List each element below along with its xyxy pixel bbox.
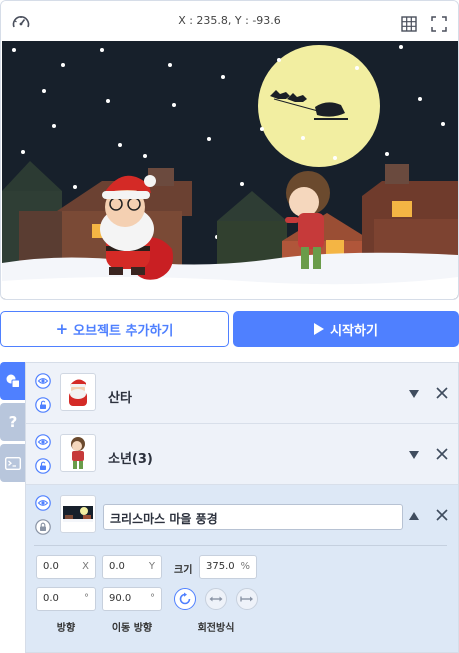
unlock-icon[interactable]: [34, 396, 52, 414]
divider: [34, 545, 447, 546]
coordinate-readout: X : 235.8, Y : -93.6: [178, 14, 281, 27]
rotate-icon: [179, 592, 191, 605]
object-thumbnail: [60, 495, 96, 533]
object-name: 소년(3): [108, 452, 153, 467]
close-icon[interactable]: [436, 387, 448, 399]
christmas-village-scene: [2, 41, 458, 299]
tab-console[interactable]: [0, 444, 26, 482]
unlock-icon[interactable]: [34, 457, 52, 475]
y-unit: Y: [148, 561, 155, 572]
lock-icon[interactable]: [34, 518, 52, 536]
eye-icon[interactable]: [34, 372, 52, 390]
side-tabs: ?: [0, 362, 26, 484]
object-thumbnail: [60, 434, 96, 472]
object-thumbnail: [60, 373, 96, 411]
move-direction-field[interactable]: 90.0 °: [102, 587, 162, 611]
stage-toolbar: X : 235.8, Y : -93.6: [1, 1, 458, 41]
rotation-method-label: 회전방식: [197, 623, 235, 634]
tab-help[interactable]: ?: [0, 403, 26, 441]
start-label: 시작하기: [330, 323, 378, 339]
play-icon: [314, 323, 325, 335]
x-coordinate-field[interactable]: 0.0 X: [36, 555, 96, 579]
object-item-boy[interactable]: 소년(3): [26, 424, 458, 485]
right-arrow-bar-icon: [240, 596, 253, 602]
object-list-panel: 산타 소년(3) 크리스마스 마을 풍경 0.0 X 0.0 Y 크기 375.…: [25, 362, 459, 653]
y-value: 0.0: [109, 561, 125, 572]
chevron-up-icon[interactable]: [408, 511, 420, 521]
question-icon: ?: [8, 413, 18, 431]
direction-unit: °: [84, 593, 89, 604]
console-icon: [5, 456, 21, 470]
stage-canvas[interactable]: [2, 41, 458, 299]
object-item-village[interactable]: 크리스마스 마을 풍경 0.0 X 0.0 Y 크기 375.0 % 0.0 °…: [26, 485, 458, 652]
grid-icon[interactable]: [401, 16, 417, 32]
stage-panel: X : 235.8, Y : -93.6: [0, 0, 459, 300]
size-value: 375.0: [206, 561, 235, 572]
object-item-santa[interactable]: 산타: [26, 363, 458, 424]
direction-label: 방향: [56, 623, 76, 634]
shapes-icon: [6, 374, 20, 388]
chevron-down-icon[interactable]: [408, 389, 420, 399]
chevron-down-icon[interactable]: [408, 450, 420, 460]
add-object-label: 오브젝트 추가하기: [73, 323, 174, 339]
x-value: 0.0: [43, 561, 59, 572]
eye-icon[interactable]: [34, 494, 52, 512]
x-unit: X: [82, 561, 89, 572]
object-name-input[interactable]: 크리스마스 마을 풍경: [103, 504, 403, 530]
size-field[interactable]: 375.0 %: [199, 555, 257, 579]
move-direction-unit: °: [150, 593, 155, 604]
move-direction-value: 90.0: [109, 593, 132, 604]
plus-icon: +: [55, 319, 69, 338]
tab-objects[interactable]: [0, 362, 26, 400]
object-name: 산타: [108, 391, 132, 406]
eye-icon[interactable]: [34, 433, 52, 451]
y-coordinate-field[interactable]: 0.0 Y: [102, 555, 162, 579]
close-icon[interactable]: [436, 509, 448, 521]
rotation-none-button[interactable]: [236, 588, 258, 610]
action-buttons: + 오브젝트 추가하기 시작하기: [0, 311, 459, 347]
rotation-free-button[interactable]: [174, 588, 196, 610]
size-label: 크기: [174, 565, 193, 576]
add-object-button[interactable]: + 오브젝트 추가하기: [0, 311, 229, 347]
move-direction-label: 이동 방향: [111, 623, 153, 634]
direction-value: 0.0: [43, 593, 59, 604]
fullscreen-icon[interactable]: [431, 16, 447, 32]
close-icon[interactable]: [436, 448, 448, 460]
direction-field[interactable]: 0.0 °: [36, 587, 96, 611]
start-button[interactable]: 시작하기: [233, 311, 459, 347]
size-unit: %: [240, 561, 250, 572]
horizontal-arrows-icon: [209, 596, 223, 602]
rotation-horizontal-button[interactable]: [205, 588, 227, 610]
